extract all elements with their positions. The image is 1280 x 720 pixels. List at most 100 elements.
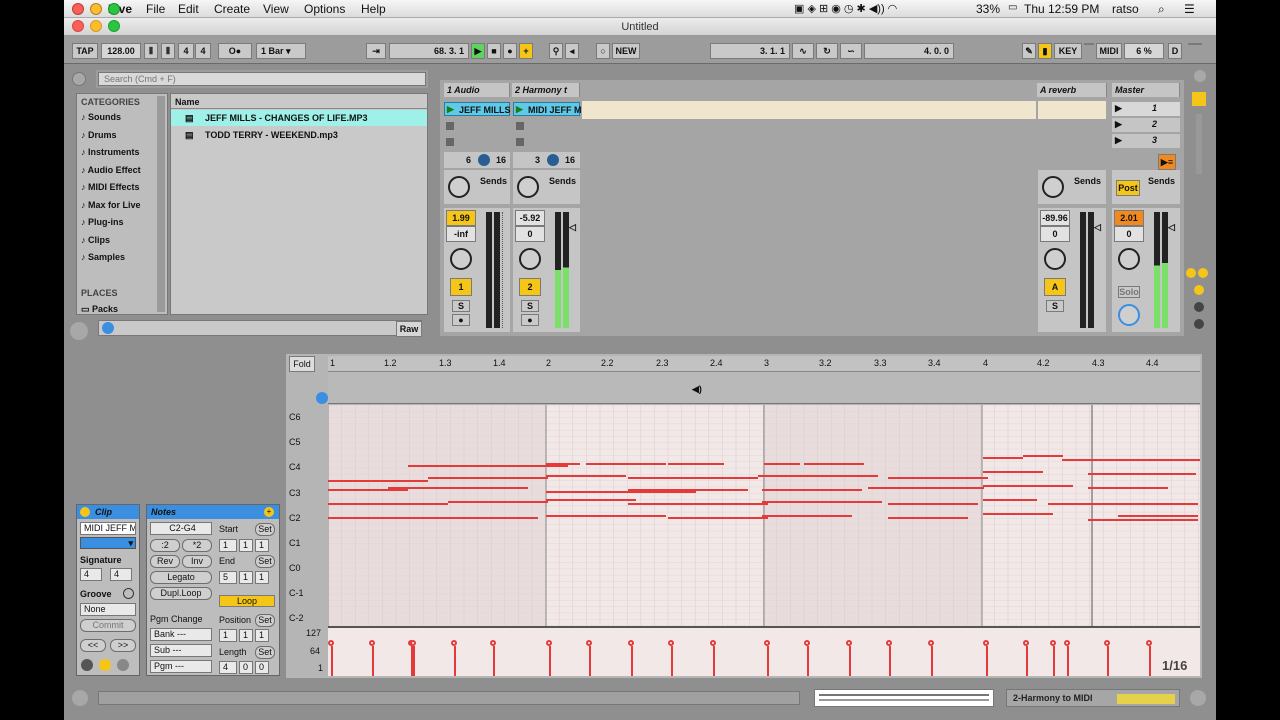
track-selector[interactable]: 2-Harmony to MIDI bbox=[1006, 689, 1180, 707]
place-item-packs[interactable]: ▭ Packs bbox=[81, 304, 118, 315]
velocity-stem[interactable] bbox=[1026, 646, 1028, 676]
clip-play-icon[interactable]: ▶ bbox=[447, 104, 454, 115]
loop-button[interactable]: Loop bbox=[219, 595, 275, 607]
session-scrollbar[interactable] bbox=[1196, 114, 1202, 174]
file-row[interactable]: ▤ TODD TERRY - WEEKEND.mp3 bbox=[171, 127, 427, 143]
track-activator[interactable]: A bbox=[1044, 278, 1066, 296]
velocity-stem[interactable] bbox=[931, 646, 933, 676]
scene-launch-icon[interactable]: ▶ bbox=[1115, 103, 1122, 114]
invert-button[interactable]: Inv bbox=[182, 555, 212, 568]
length-bar[interactable]: 4 bbox=[219, 661, 237, 674]
clip-play-icon[interactable]: ▶ bbox=[516, 104, 523, 115]
window-minimize-button[interactable] bbox=[90, 20, 102, 32]
length-sixteenth[interactable]: 0 bbox=[255, 661, 269, 674]
nudge-down-icon[interactable]: ⦀ bbox=[161, 43, 175, 59]
bank-field[interactable]: Bank --- bbox=[150, 628, 212, 641]
start-set-button[interactable]: Set bbox=[255, 523, 275, 536]
velocity-handle[interactable] bbox=[1050, 640, 1056, 646]
preview-switch-icon[interactable] bbox=[316, 392, 328, 404]
fader-handle-icon[interactable]: ◁ bbox=[1094, 222, 1101, 233]
track-header-harmony[interactable]: 2 Harmony t bbox=[512, 83, 580, 97]
groove-hot-swap-icon[interactable] bbox=[123, 588, 134, 599]
velocity-stem[interactable] bbox=[807, 646, 809, 676]
commit-button[interactable]: Commit bbox=[80, 619, 136, 632]
category-item[interactable]: ♪ Max for Live bbox=[81, 200, 141, 210]
pan-knob[interactable] bbox=[1044, 248, 1066, 270]
piano-roll-grid[interactable] bbox=[328, 405, 1200, 626]
back-to-arrangement-icon[interactable]: ◂ bbox=[565, 43, 579, 59]
arrangement-position[interactable]: 68. 3. 1 bbox=[389, 43, 469, 59]
solo-button[interactable]: S bbox=[521, 300, 539, 312]
automation-icon[interactable]: ⚲ bbox=[549, 43, 563, 59]
scene-1[interactable]: ▶ 1 bbox=[1112, 102, 1180, 116]
velocity-stem[interactable] bbox=[889, 646, 891, 676]
stop-icon[interactable]: ■ bbox=[487, 43, 501, 59]
start-bar[interactable]: 1 bbox=[219, 539, 237, 552]
battery-icon[interactable]: ▭ bbox=[1008, 2, 1017, 13]
post-button[interactable]: Post bbox=[1116, 180, 1140, 196]
velocity-handle[interactable] bbox=[546, 640, 552, 646]
input-channel[interactable]: 6 bbox=[466, 155, 471, 165]
sig-num-field[interactable]: 4 bbox=[178, 43, 194, 59]
velocity-handle[interactable] bbox=[804, 640, 810, 646]
track-header-master[interactable]: Master bbox=[1112, 83, 1180, 97]
metronome-icon[interactable]: O● bbox=[218, 43, 252, 59]
velocity-handle[interactable] bbox=[369, 640, 375, 646]
monitor-icon[interactable] bbox=[478, 154, 490, 166]
pan-field[interactable]: 0 bbox=[1114, 226, 1144, 242]
reverse-button[interactable]: Rev bbox=[150, 555, 180, 568]
grid-setting[interactable]: 1/16 bbox=[1162, 658, 1187, 673]
key-map-indicator[interactable]: ▮ bbox=[1038, 43, 1052, 59]
track-header-audio[interactable]: 1 Audio bbox=[444, 83, 510, 97]
end-sixteenth[interactable]: 1 bbox=[255, 571, 269, 584]
send-a-knob[interactable] bbox=[1042, 176, 1064, 198]
velocity-handle[interactable] bbox=[328, 640, 334, 646]
velocity-stem[interactable] bbox=[849, 646, 851, 676]
battery-percent[interactable]: 33% bbox=[976, 2, 1000, 16]
velocity-handle[interactable] bbox=[668, 640, 674, 646]
menu-edit[interactable]: Edit bbox=[178, 2, 199, 16]
name-column-header[interactable]: Name bbox=[175, 97, 200, 107]
velocity-editor[interactable]: 1/16 bbox=[328, 626, 1200, 676]
velocity-handle[interactable] bbox=[1023, 640, 1029, 646]
play-icon[interactable]: ▶ bbox=[471, 43, 485, 59]
session-record-icon[interactable]: ○ bbox=[596, 43, 610, 59]
velocity-handle[interactable] bbox=[928, 640, 934, 646]
user-name[interactable]: ratso bbox=[1112, 2, 1139, 16]
category-item[interactable]: ♪ Plug-ins bbox=[81, 217, 124, 227]
clip-stop-icon[interactable] bbox=[446, 138, 454, 146]
beat-ruler[interactable]: 1 1.2 1.3 1.4 2 2.2 2.3 2.4 3 3.2 3.3 3.4 4 4.2 4.3 4.4 bbox=[328, 356, 1200, 372]
start-beat[interactable]: 1 bbox=[239, 539, 253, 552]
notification-icon[interactable]: ☰ bbox=[1184, 2, 1195, 16]
scene-3[interactable]: ▶ 3 bbox=[1112, 134, 1180, 148]
notes-toggle-icon[interactable] bbox=[99, 659, 111, 671]
scene-launch-icon[interactable]: ▶ bbox=[1115, 119, 1122, 130]
end-set-button[interactable]: Set bbox=[255, 555, 275, 568]
sub-field[interactable]: Sub --- bbox=[150, 644, 212, 657]
window-zoom-button[interactable] bbox=[108, 20, 120, 32]
menu-help[interactable]: Help bbox=[361, 2, 386, 16]
file-row-selected[interactable]: ▤ JEFF MILLS - CHANGES OF LIFE.MP3 bbox=[171, 110, 427, 126]
send-a-knob[interactable] bbox=[517, 176, 539, 198]
end-bar[interactable]: 5 bbox=[219, 571, 237, 584]
position-bar[interactable]: 1 bbox=[219, 629, 237, 642]
velocity-stem[interactable] bbox=[331, 646, 333, 676]
loop-bar[interactable]: ◀) bbox=[328, 372, 1200, 404]
loop-start-field[interactable]: 3. 1. 1 bbox=[710, 43, 790, 59]
pan-knob[interactable] bbox=[1118, 248, 1140, 270]
clip-stop-icon[interactable] bbox=[516, 122, 524, 130]
category-item[interactable]: ♪ Drums bbox=[81, 130, 117, 140]
length-beat[interactable]: 0 bbox=[239, 661, 253, 674]
preview-bar[interactable] bbox=[98, 320, 422, 336]
velocity-handle[interactable] bbox=[846, 640, 852, 646]
velocity-stem[interactable] bbox=[713, 646, 715, 676]
clip-activator-icon[interactable] bbox=[80, 507, 90, 517]
velocity-handle[interactable] bbox=[451, 640, 457, 646]
nudge-icon[interactable]: ⦀ bbox=[144, 43, 158, 59]
velocity-handle[interactable] bbox=[1146, 640, 1152, 646]
velocity-stem[interactable] bbox=[767, 646, 769, 676]
loop-switch-icon[interactable]: ↻ bbox=[816, 43, 838, 59]
halve-button[interactable]: :2 bbox=[150, 539, 180, 552]
menu-file[interactable]: File bbox=[146, 2, 165, 16]
overview-strip[interactable] bbox=[814, 689, 994, 707]
